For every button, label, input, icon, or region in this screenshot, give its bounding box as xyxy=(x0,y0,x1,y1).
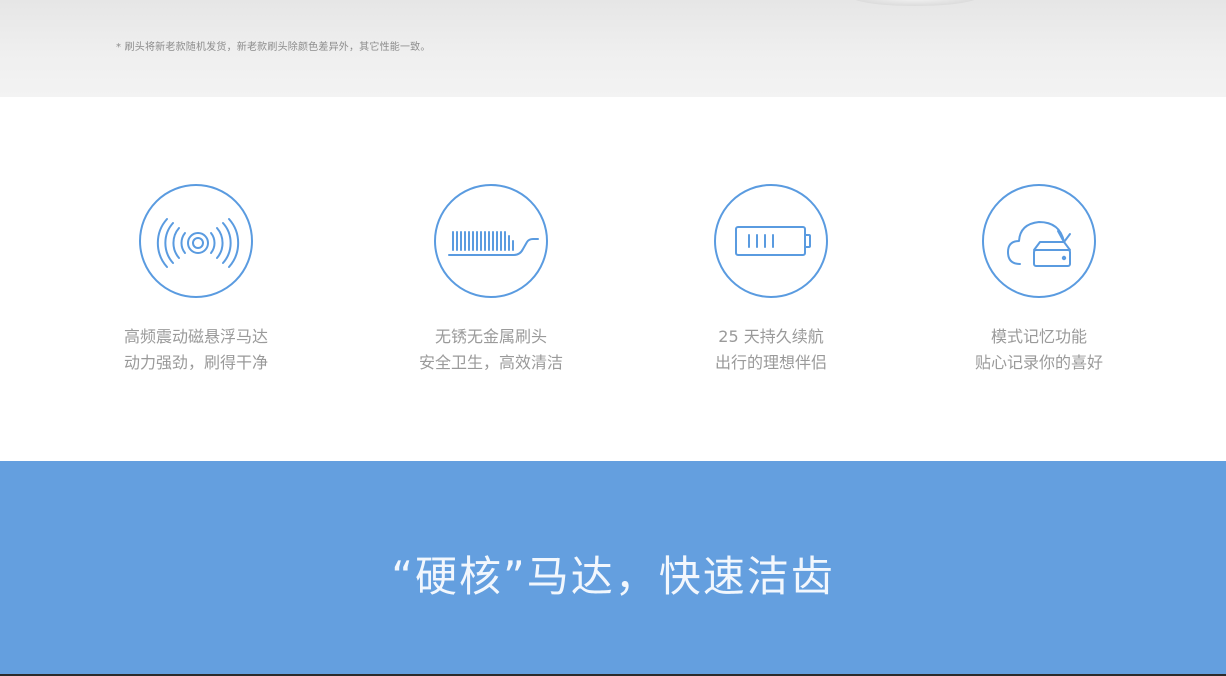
brush-head-footnote: * 刷头将新老款随机发货，新老款刷头除颜色差异外，其它性能一致。 xyxy=(116,42,431,53)
feature-caption: 无锈无金属刷头 安全卫生，高效清洁 xyxy=(371,324,611,376)
product-image-band: * 刷头将新老款随机发货，新老款刷头除颜色差异外，其它性能一致。 xyxy=(0,0,1226,97)
product-image-edge xyxy=(850,0,980,6)
cloud-memory-icon xyxy=(1007,221,1071,267)
feature-subtitle: 安全卫生，高效清洁 xyxy=(418,353,563,372)
features-section: 高频震动磁悬浮马达 动力强劲，刷得干净 无锈无金属刷头 安全卫生，高效清洁 25… xyxy=(0,97,1226,461)
feature-title: 高频震动磁悬浮马达 xyxy=(123,327,268,346)
feature-icon-circle xyxy=(714,184,828,298)
battery-icon xyxy=(735,226,811,256)
feature-battery-life: 25 天持久续航 出行的理想伴侣 xyxy=(651,184,891,376)
feature-title: 模式记忆功能 xyxy=(990,327,1087,346)
feature-caption: 高频震动磁悬浮马达 动力强劲，刷得干净 xyxy=(76,324,316,376)
feature-maglev-motor: 高频震动磁悬浮马达 动力强劲，刷得干净 xyxy=(76,184,316,376)
feature-title: 25 天持久续航 xyxy=(718,327,824,346)
feature-subtitle: 贴心记录你的喜好 xyxy=(974,353,1103,372)
feature-caption: 模式记忆功能 贴心记录你的喜好 xyxy=(919,324,1159,376)
feature-mode-memory: 模式记忆功能 贴心记录你的喜好 xyxy=(919,184,1159,376)
feature-icon-circle xyxy=(434,184,548,298)
feature-icon-circle xyxy=(139,184,253,298)
feature-subtitle: 动力强劲，刷得干净 xyxy=(123,353,268,372)
motor-banner: “硬核”马达，快速洁齿 xyxy=(0,461,1226,674)
brush-head-icon xyxy=(448,231,539,256)
feature-caption: 25 天持久续航 出行的理想伴侣 xyxy=(651,324,891,376)
banner-headline: “硬核”马达，快速洁齿 xyxy=(391,552,835,601)
vibration-icon xyxy=(156,218,240,268)
feature-brush-head: 无锈无金属刷头 安全卫生，高效清洁 xyxy=(371,184,611,376)
feature-title: 无锈无金属刷头 xyxy=(434,327,547,346)
feature-subtitle: 出行的理想伴侣 xyxy=(714,353,827,372)
feature-icon-circle xyxy=(982,184,1096,298)
